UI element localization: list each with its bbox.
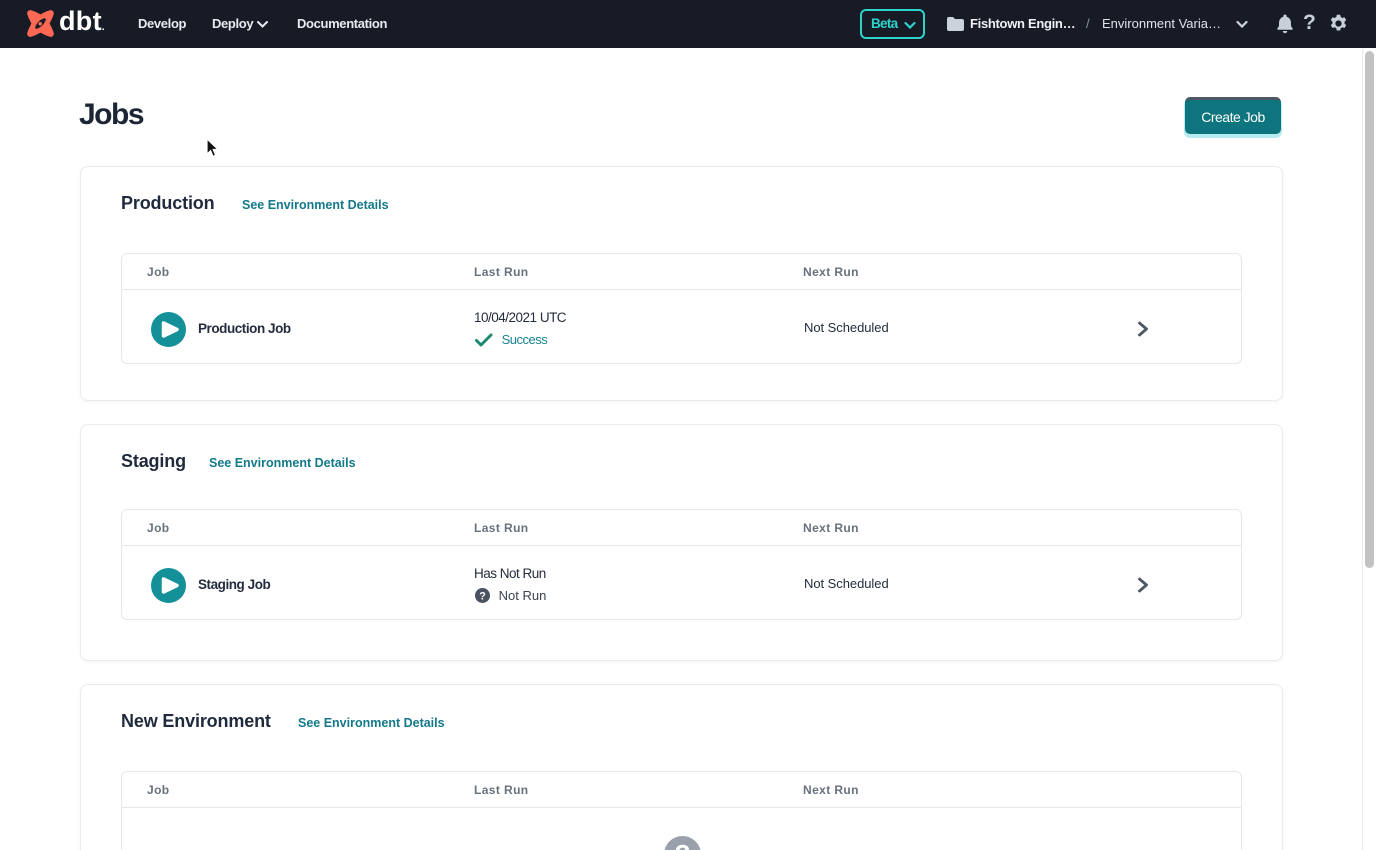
svg-text:?: ? bbox=[675, 839, 691, 850]
svg-text:?: ? bbox=[479, 590, 486, 602]
